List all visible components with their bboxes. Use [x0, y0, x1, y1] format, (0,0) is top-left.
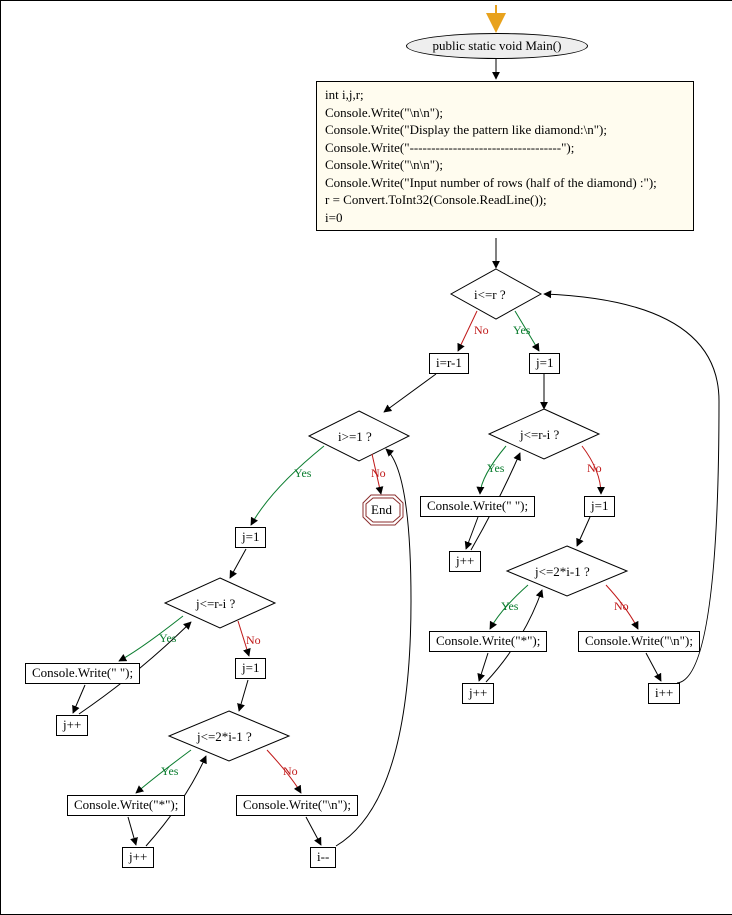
label-no: No: [587, 461, 602, 476]
decision-i-ge-1: i>=1 ?: [338, 429, 372, 445]
decision-j-le-rmi-left: j<=r-i ?: [196, 596, 235, 612]
jpp-right1: j++: [449, 551, 481, 572]
write-space-left: Console.Write(" ");: [25, 663, 140, 684]
label-no: No: [371, 466, 386, 481]
decision-j-le-rmi-right: j<=r-i ?: [520, 427, 559, 443]
ipp: i++: [648, 683, 680, 704]
label-no: No: [246, 633, 261, 648]
label-yes: Yes: [513, 323, 530, 338]
write-star-right: Console.Write("*");: [429, 631, 547, 652]
init-code-block: int i,j,r; Console.Write("\n\n"); Consol…: [316, 81, 694, 231]
idd: i--: [310, 847, 336, 868]
assign-j1-left2: j=1: [235, 658, 266, 679]
write-newline-left: Console.Write("\n");: [236, 795, 358, 816]
label-no: No: [474, 323, 489, 338]
assign-j1-right: j=1: [529, 353, 560, 374]
write-newline-right: Console.Write("\n");: [578, 631, 700, 652]
label-no: No: [614, 599, 629, 614]
label-yes: Yes: [159, 631, 176, 646]
label-yes: Yes: [501, 599, 518, 614]
write-space-right: Console.Write(" ");: [420, 496, 535, 517]
start-terminal: public static void Main(): [406, 33, 588, 59]
jpp-left2: j++: [122, 847, 154, 868]
decision-i-le-r: i<=r ?: [474, 287, 506, 303]
decision-j-le-2im1-right: j<=2*i-1 ?: [535, 564, 590, 580]
label-yes: Yes: [487, 461, 504, 476]
label-yes: Yes: [294, 466, 311, 481]
assign-j1-left: j=1: [235, 527, 266, 548]
end-terminal: End: [371, 502, 392, 518]
jpp-right2: j++: [462, 683, 494, 704]
jpp-left1: j++: [56, 715, 88, 736]
assign-i-rm1: i=r-1: [429, 353, 469, 374]
label-no: No: [283, 764, 298, 779]
write-star-left: Console.Write("*");: [67, 795, 185, 816]
assign-j1-right2: j=1: [584, 496, 615, 517]
flowchart-canvas: public static void Main() int i,j,r; Con…: [0, 0, 732, 915]
decision-j-le-2im1-left: j<=2*i-1 ?: [197, 729, 252, 745]
label-yes: Yes: [161, 764, 178, 779]
